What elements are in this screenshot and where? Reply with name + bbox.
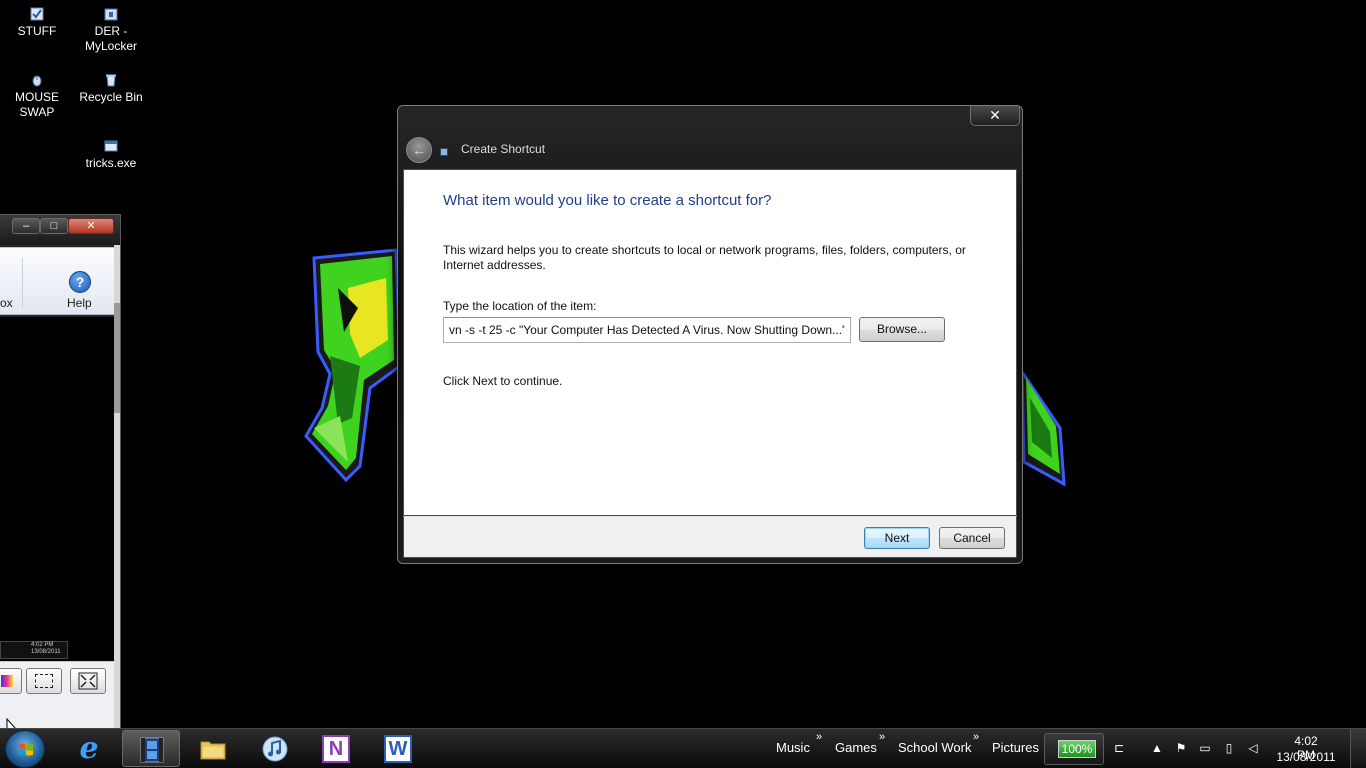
cancel-button[interactable]: Cancel xyxy=(939,527,1005,549)
scrollbar-thumb[interactable] xyxy=(114,303,120,413)
maximize-button[interactable]: □ xyxy=(40,218,68,234)
toolbar-music[interactable]: Music xyxy=(776,740,810,755)
dialog-title: Create Shortcut xyxy=(461,142,546,156)
shortcut-wizard-icon xyxy=(440,148,448,156)
battery-meter[interactable]: 100% xyxy=(1044,733,1104,765)
taskbar-app-windows-explorer[interactable] xyxy=(184,730,242,767)
action-center-flag-icon[interactable]: ⚑ xyxy=(1174,741,1188,755)
battery-level: 100% xyxy=(1058,740,1096,758)
taskbar-app-word[interactable]: W xyxy=(369,730,427,767)
next-button[interactable]: Next xyxy=(864,527,930,549)
desktop-icon-label: DER - MyLocker xyxy=(84,24,137,53)
thumbnail-preview: 4:02 PM 13/08/2011 xyxy=(0,641,68,659)
toolbar-school-work[interactable]: School Work xyxy=(898,740,971,755)
recycle-bin-icon xyxy=(104,73,118,87)
create-shortcut-dialog[interactable]: ✕ ← Create Shortcut What item would you … xyxy=(397,105,1023,564)
taskbar: e N W Music » Games » School Work » Pict… xyxy=(0,728,1366,768)
desktop-icon-tricks-exe[interactable]: tricks.exe xyxy=(76,139,146,171)
ribbon-item-label[interactable]: ox xyxy=(0,296,13,310)
minimize-button[interactable]: – xyxy=(12,218,40,234)
continue-instruction: Click Next to continue. xyxy=(443,374,563,388)
ribbon-separator xyxy=(22,258,23,308)
taskbar-app-itunes[interactable] xyxy=(246,730,304,767)
locker-shortcut-icon xyxy=(104,7,118,21)
location-input[interactable] xyxy=(443,317,851,343)
color-swatch-icon xyxy=(1,675,13,687)
exe-shortcut-icon xyxy=(104,139,118,153)
vertical-scrollbar[interactable] xyxy=(114,245,120,731)
toolbar-chevron-icon[interactable]: » xyxy=(973,731,979,743)
help-icon[interactable]: ? xyxy=(69,271,91,293)
toolbar-pictures[interactable]: Pictures xyxy=(992,740,1039,755)
internet-explorer-icon: e xyxy=(79,731,99,766)
music-note-icon xyxy=(262,736,288,762)
dialog-close-button[interactable]: ✕ xyxy=(970,106,1020,126)
color-swatch-button[interactable] xyxy=(0,668,22,694)
wallpaper-graffiti-left xyxy=(304,248,402,483)
select-region-icon xyxy=(35,674,53,688)
help-button-label[interactable]: Help xyxy=(67,296,92,310)
desktop-icon-label: Recycle Bin xyxy=(79,90,143,104)
desktop-icon-mouse-swap[interactable]: MOUSE SWAP xyxy=(2,73,72,120)
film-strip-icon xyxy=(140,737,164,763)
bottom-toolbar xyxy=(0,661,114,701)
network-icon[interactable]: ▭ xyxy=(1198,741,1212,755)
dialog-footer: Next Cancel xyxy=(403,516,1017,558)
desktop-icon-der-mylocker[interactable]: DER - MyLocker xyxy=(76,7,146,54)
device-icon[interactable]: ▯ xyxy=(1222,741,1236,755)
toolbar-chevron-icon[interactable]: » xyxy=(879,731,885,743)
dialog-heading: What item would you like to create a sho… xyxy=(443,192,772,209)
close-button[interactable]: ✕ xyxy=(68,218,114,234)
taskbar-app-movie-maker[interactable] xyxy=(122,730,180,767)
power-plug-icon[interactable]: ⊏ xyxy=(1112,741,1126,755)
desktop-icon-label: STUFF xyxy=(17,24,57,38)
onenote-icon: N xyxy=(322,735,350,763)
window-content-area xyxy=(0,317,114,661)
word-icon: W xyxy=(384,735,412,763)
ribbon-toolbar: ox xyxy=(0,247,114,315)
show-desktop-button[interactable] xyxy=(1350,729,1366,768)
desktop-icon-recycle-bin[interactable]: Recycle Bin xyxy=(76,73,146,105)
toolbar-chevron-icon[interactable]: » xyxy=(816,731,822,743)
toolbar-games[interactable]: Games xyxy=(835,740,877,755)
mouse-shortcut-icon xyxy=(30,73,44,87)
location-field-label: Type the location of the item: xyxy=(443,299,597,313)
dialog-description: This wizard helps you to create shortcut… xyxy=(443,243,966,272)
back-arrow-icon[interactable]: ← xyxy=(406,137,432,163)
start-button[interactable] xyxy=(5,730,45,768)
desktop-icon-stuff[interactable]: STUFF xyxy=(2,7,72,39)
windows-logo-icon xyxy=(19,743,33,756)
document-shortcut-icon xyxy=(30,7,44,21)
show-hidden-icons-icon[interactable]: ▲ xyxy=(1150,741,1164,755)
fullscreen-button[interactable] xyxy=(70,668,106,694)
folder-icon xyxy=(200,741,226,760)
browse-button[interactable]: Browse... xyxy=(859,317,945,342)
dialog-body: What item would you like to create a sho… xyxy=(403,169,1017,516)
window-caption-bar[interactable]: – □ ✕ xyxy=(0,215,120,245)
taskbar-app-onenote[interactable]: N xyxy=(307,730,365,767)
partial-application-window[interactable]: – □ ✕ ox ? Help 4:02 PM 13/08/2011 xyxy=(0,214,121,731)
clock-date[interactable]: 13/08/2011 xyxy=(1274,750,1338,764)
taskbar-app-internet-explorer[interactable]: e xyxy=(60,730,118,767)
desktop-icon-label: MOUSE SWAP xyxy=(14,90,59,119)
wallpaper-graffiti-right xyxy=(1020,368,1066,486)
fullscreen-icon xyxy=(78,672,98,690)
volume-muted-icon[interactable]: ◁ xyxy=(1246,741,1260,755)
select-region-button[interactable] xyxy=(26,668,62,694)
desktop-icon-label: tricks.exe xyxy=(85,156,137,170)
